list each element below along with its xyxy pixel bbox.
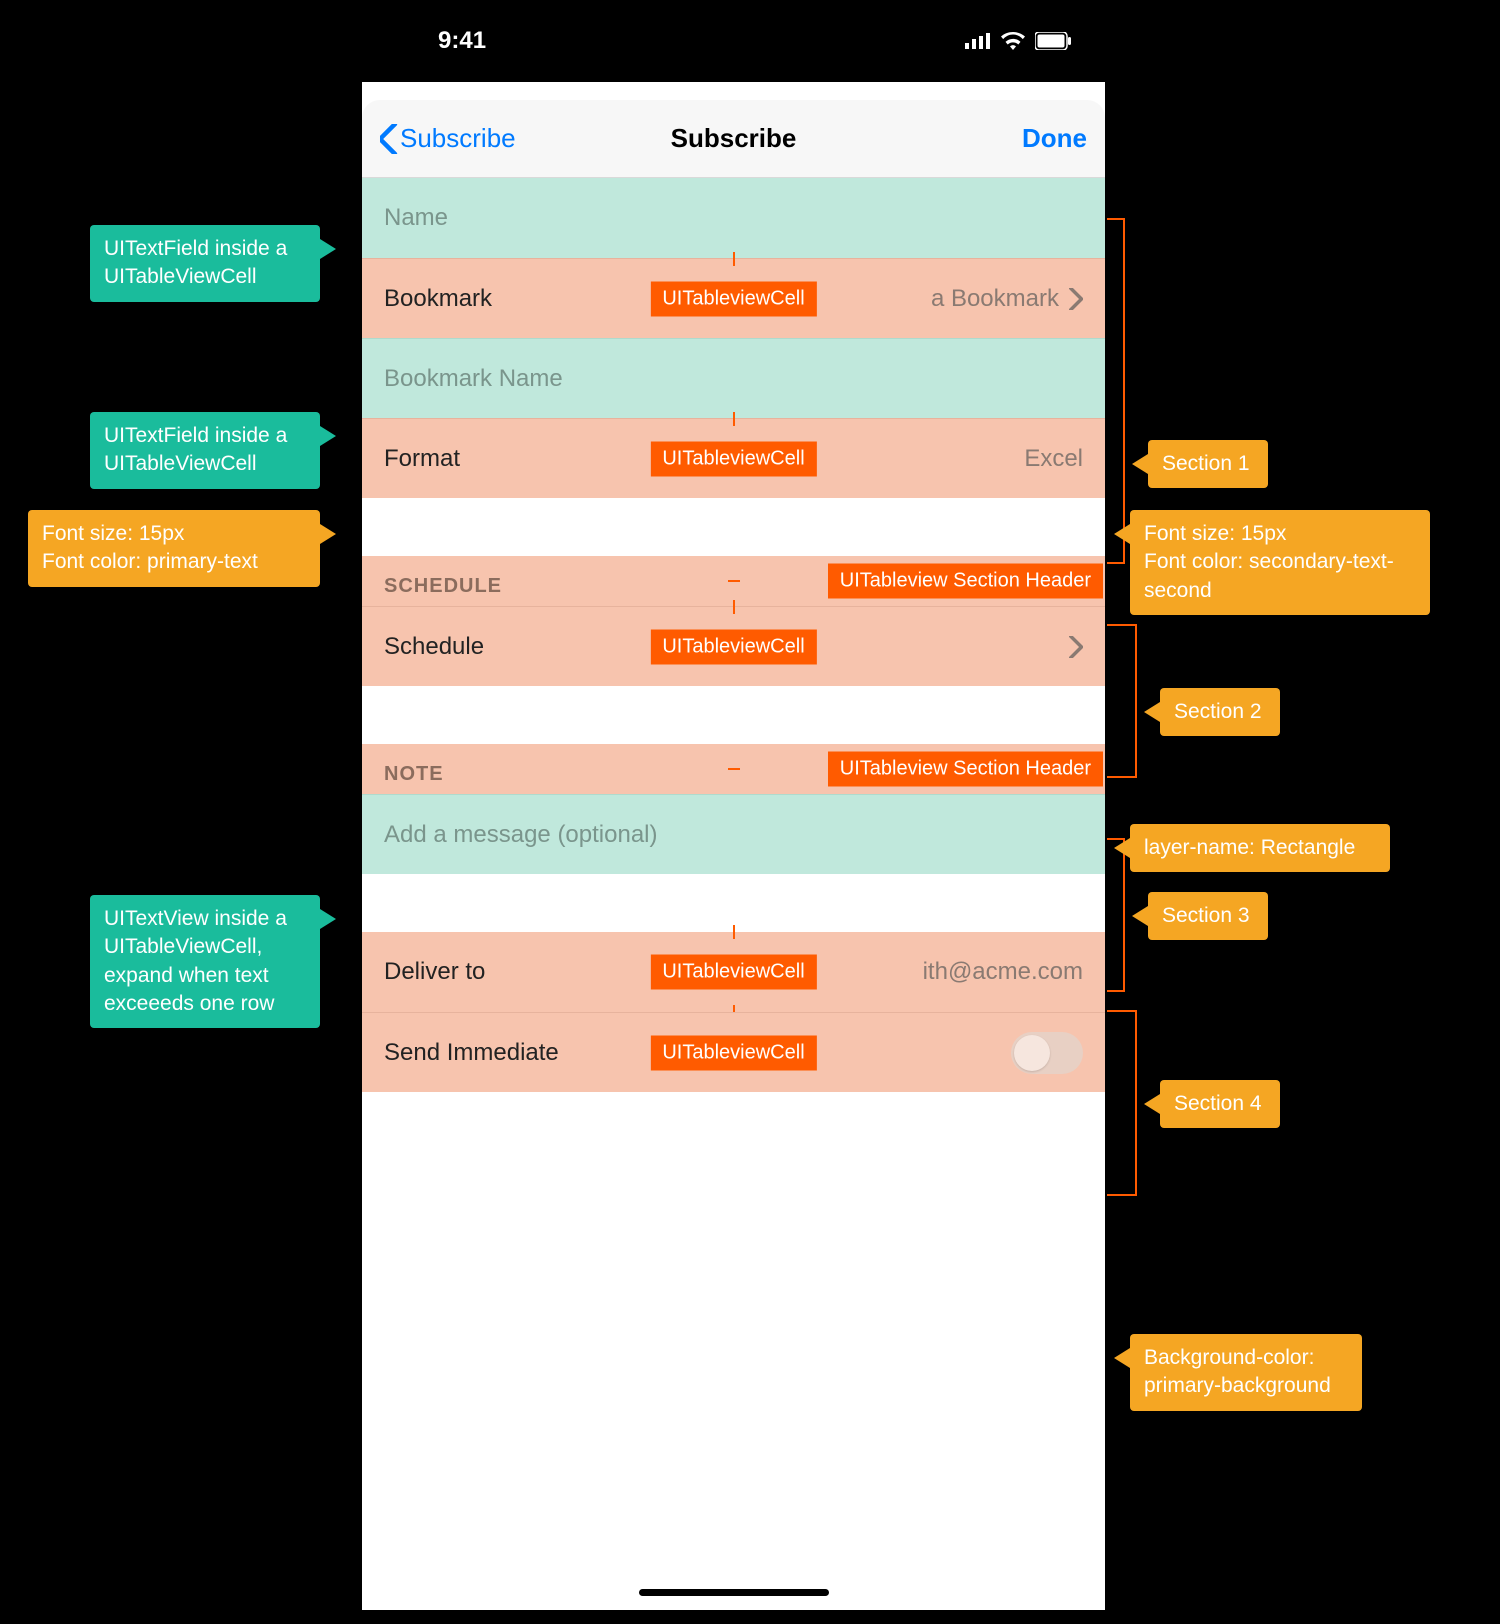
badge-cell: UITableviewCell (650, 1035, 816, 1070)
send-immediately-cell: Send Immediate UITableviewCell (362, 1012, 1105, 1092)
wifi-icon (1001, 32, 1025, 50)
schedule-section-header: SCHEDULE UITableview Section Header (362, 556, 1105, 606)
bracket-section-1 (1107, 218, 1125, 564)
battery-icon (1035, 32, 1071, 50)
back-button[interactable]: Subscribe (380, 123, 516, 154)
bookmark-name-placeholder: Bookmark Name (384, 365, 563, 393)
annotation-section-2: Section 2 (1160, 688, 1280, 736)
back-label: Subscribe (400, 123, 516, 154)
badge-cell: UITableviewCell (650, 955, 816, 990)
badge-cell: UITableviewCell (650, 629, 816, 664)
status-bar: 9:41 (362, 0, 1105, 82)
phone-frame: 9:41 Subscribe Subscribe Done Name Bookm… (362, 0, 1105, 1610)
annotation-section-1: Section 1 (1148, 440, 1268, 488)
format-label: Format (384, 445, 460, 473)
note-section-header: NOTE UITableview Section Header (362, 744, 1105, 794)
cellular-icon (965, 33, 991, 49)
chevron-left-icon (380, 124, 398, 154)
send-immediately-label: Send Immediate (384, 1039, 559, 1067)
format-cell[interactable]: Format Excel UITableviewCell (362, 418, 1105, 498)
status-icons (965, 32, 1071, 50)
home-indicator (639, 1589, 829, 1596)
annotation-section-3: Section 3 (1148, 892, 1268, 940)
annotation-textfield-cell-2: UITextField inside a UITableViewCell (90, 412, 320, 489)
status-time: 9:41 (438, 27, 965, 55)
name-placeholder: Name (384, 204, 448, 232)
annotation-bg-primary: Background-color: primary-background (1130, 1334, 1362, 1411)
chevron-right-icon (1069, 288, 1083, 310)
note-header-label: NOTE (384, 763, 444, 786)
bracket-section-2 (1107, 624, 1137, 778)
deliver-to-value: ith@acme.com (923, 958, 1083, 986)
schedule-label: Schedule (384, 633, 484, 661)
badge-cell: UITableviewCell (650, 441, 816, 476)
schedule-cell[interactable]: Schedule UITableviewCell (362, 606, 1105, 686)
section-gap (362, 874, 1105, 932)
deliver-to-label: Deliver to (384, 958, 485, 986)
section-gap (362, 686, 1105, 744)
annotation-layer-rect: layer-name: Rectangle (1130, 824, 1390, 872)
bookmark-name-textfield-cell[interactable]: Bookmark Name (362, 338, 1105, 418)
message-textview-cell[interactable]: Add a message (optional) (362, 794, 1105, 874)
chevron-right-icon (1069, 636, 1083, 658)
done-button[interactable]: Done (1022, 123, 1087, 154)
message-placeholder: Add a message (optional) (384, 821, 658, 849)
badge-cell: UITableviewCell (650, 281, 816, 316)
deliver-to-cell[interactable]: Deliver to ith@acme.com UITableviewCell (362, 932, 1105, 1012)
annotation-textview-cell: UITextView inside a UITableViewCell, exp… (90, 895, 320, 1028)
bookmark-label: Bookmark (384, 285, 492, 313)
modal-sheet: Subscribe Subscribe Done Name Bookmark a… (362, 100, 1105, 1610)
schedule-header-label: SCHEDULE (384, 575, 502, 598)
navigation-bar: Subscribe Subscribe Done (362, 100, 1105, 178)
annotation-textfield-cell-1: UITextField inside a UITableViewCell (90, 225, 320, 302)
bookmark-value: a Bookmark (931, 285, 1059, 313)
section-gap (362, 498, 1105, 556)
badge-header: UITableview Section Header (828, 564, 1103, 599)
name-textfield-cell[interactable]: Name (362, 178, 1105, 258)
annotation-section-4: Section 4 (1160, 1080, 1280, 1128)
bookmark-cell[interactable]: Bookmark a Bookmark UITableviewCell (362, 258, 1105, 338)
format-value: Excel (1024, 445, 1083, 473)
badge-header: UITableview Section Header (828, 752, 1103, 787)
bracket-section-4 (1107, 1010, 1137, 1196)
annotation-font-secondary: Font size: 15px Font color: secondary-te… (1130, 510, 1430, 615)
bracket-section-3 (1107, 838, 1125, 992)
send-immediately-switch[interactable] (1011, 1032, 1083, 1074)
annotation-font-primary: Font size: 15px Font color: primary-text (28, 510, 320, 587)
